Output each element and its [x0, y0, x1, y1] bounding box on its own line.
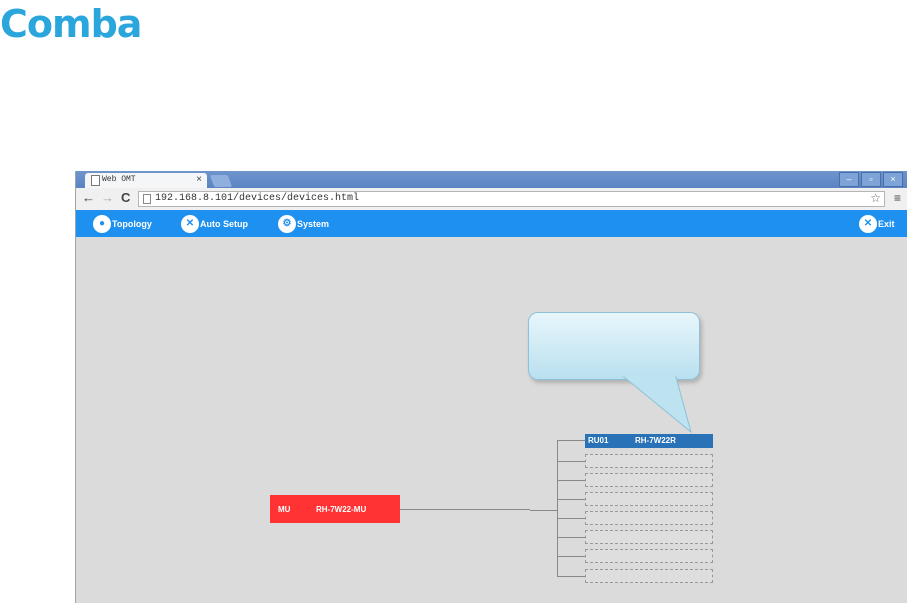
- empty-ru-slot[interactable]: [585, 454, 713, 468]
- mu-link-line: [530, 510, 557, 511]
- ru-name: RU01: [588, 436, 609, 445]
- ru-model: RH-7W22R: [635, 436, 676, 445]
- tab-close-icon[interactable]: ×: [196, 174, 202, 185]
- ru-stub: [557, 537, 585, 538]
- topology-canvas: MU RH-7W22-MU RU01 RH-7W22R: [76, 237, 907, 603]
- empty-ru-slot[interactable]: [585, 511, 713, 525]
- browser-tab[interactable]: Web OMT ×: [85, 173, 207, 188]
- browser-titlebar: Web OMT × – ▫ ×: [76, 171, 907, 188]
- browser-toolbar: ← → C 192.168.8.101/devices/devices.html…: [76, 188, 907, 211]
- ru-stub: [557, 461, 585, 462]
- ru-stub: [557, 440, 585, 441]
- auto-setup-icon: ✕: [181, 214, 199, 233]
- tab-title: Web OMT: [102, 175, 136, 184]
- comba-logo: Comba: [0, 2, 142, 46]
- exit-button[interactable]: ✕ Exit: [859, 214, 895, 233]
- minimize-icon[interactable]: –: [839, 172, 859, 187]
- mu-name: MU: [278, 505, 291, 514]
- nav-system[interactable]: ⚙ System: [278, 214, 329, 233]
- maximize-icon[interactable]: ▫: [861, 172, 881, 187]
- page-icon: [91, 175, 100, 186]
- page-icon: [143, 194, 151, 204]
- back-icon[interactable]: ←: [82, 190, 95, 205]
- empty-ru-slot[interactable]: [585, 492, 713, 506]
- empty-ru-slot[interactable]: [585, 569, 713, 583]
- mu-link-line: [400, 509, 530, 510]
- address-bar[interactable]: 192.168.8.101/devices/devices.html ☆: [138, 191, 885, 207]
- ru-stub: [557, 556, 585, 557]
- close-window-icon[interactable]: ×: [883, 172, 903, 187]
- nav-system-label: System: [297, 218, 330, 229]
- forward-icon[interactable]: →: [101, 190, 114, 205]
- bookmark-star-icon[interactable]: ☆: [870, 191, 881, 205]
- empty-ru-slot[interactable]: [585, 549, 713, 563]
- nav-topology-label: Topology: [112, 218, 152, 229]
- ru-stub: [557, 518, 585, 519]
- exit-label: Exit: [878, 218, 895, 229]
- new-tab-button[interactable]: [209, 175, 233, 187]
- callout-tail: [622, 376, 692, 434]
- system-gear-icon: ⚙: [278, 214, 296, 233]
- ru-stub: [557, 480, 585, 481]
- nav-auto-setup[interactable]: ✕ Auto Setup: [181, 214, 248, 233]
- ru-stub: [557, 576, 585, 577]
- empty-ru-slot[interactable]: [585, 530, 713, 544]
- ru-stub: [557, 499, 585, 500]
- url-text: 192.168.8.101/devices/devices.html: [155, 193, 360, 204]
- browser-menu-icon[interactable]: ≡: [894, 191, 901, 205]
- nav-topology[interactable]: ● Topology: [93, 214, 152, 233]
- nav-auto-setup-label: Auto Setup: [200, 218, 248, 229]
- topology-icon: ●: [93, 214, 111, 233]
- app-navbar: ● Topology ✕ Auto Setup ⚙ System ✕ Exit: [76, 210, 907, 237]
- empty-ru-slot[interactable]: [585, 473, 713, 487]
- exit-icon: ✕: [859, 214, 877, 233]
- reload-icon[interactable]: C: [121, 190, 130, 205]
- ru-node[interactable]: RU01 RH-7W22R: [585, 434, 713, 448]
- mu-node[interactable]: MU RH-7W22-MU: [270, 495, 400, 523]
- browser-window: Web OMT × – ▫ × ← → C 192.168.8.101/devi…: [75, 171, 907, 603]
- mu-model: RH-7W22-MU: [316, 505, 367, 514]
- window-controls: – ▫ ×: [839, 172, 903, 187]
